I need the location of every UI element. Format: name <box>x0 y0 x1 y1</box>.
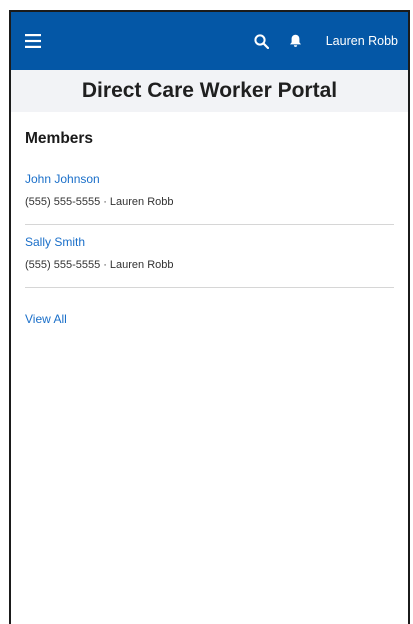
top-app-bar: Lauren Robb <box>11 12 408 70</box>
view-all-link[interactable]: View All <box>25 312 67 326</box>
member-details: (555) 555-5555 · Lauren Robb <box>25 259 394 271</box>
separator: · <box>103 259 107 271</box>
menu-button[interactable] <box>25 28 51 54</box>
search-button[interactable] <box>250 29 274 53</box>
member-phone: (555) 555-5555 <box>25 259 101 271</box>
member-details: (555) 555-5555 · Lauren Robb <box>25 196 394 208</box>
member-name-link[interactable]: John Johnson <box>25 172 100 186</box>
search-icon <box>254 33 270 49</box>
notifications-button[interactable] <box>284 29 308 53</box>
member-phone: (555) 555-5555 <box>25 196 101 208</box>
user-menu[interactable]: Lauren Robb <box>326 34 398 48</box>
section-title: Members <box>25 130 94 147</box>
list-item: Sally Smith (555) 555-5555 · Lauren Robb <box>25 225 394 288</box>
member-worker: Lauren Robb <box>109 196 174 208</box>
hamburger-menu-icon <box>25 34 41 48</box>
portal-frame: Lauren Robb Direct Care Worker Portal Me… <box>9 10 410 624</box>
list-item: John Johnson (555) 555-5555 · Lauren Robb <box>25 162 394 225</box>
separator: · <box>103 196 107 208</box>
members-section: Members John Johnson (555) 555-5555 · Laur… <box>11 112 408 328</box>
member-worker: Lauren Robb <box>109 259 174 271</box>
bell-icon <box>290 34 302 47</box>
member-name-link[interactable]: Sally Smith <box>25 235 85 249</box>
page-title: Direct Care Worker Portal <box>81 79 338 102</box>
title-bar: Direct Care Worker Portal <box>11 70 408 112</box>
